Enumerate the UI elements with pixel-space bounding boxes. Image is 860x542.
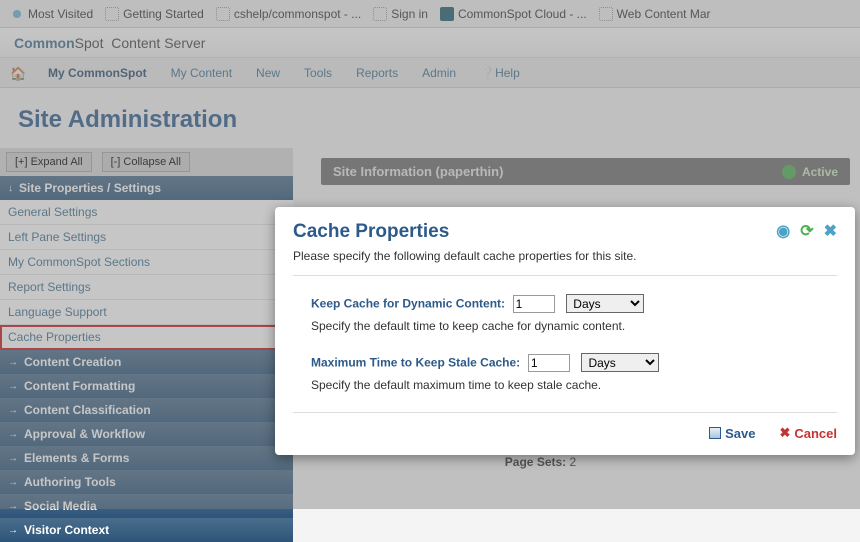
status-dot-icon xyxy=(782,165,796,179)
arrow-right-icon: → xyxy=(8,501,18,512)
nav-header-approval-workflow[interactable]: →Approval & Workflow xyxy=(0,422,293,446)
page-sets-row: Page Sets: 2 xyxy=(321,455,850,469)
arrow-right-icon: → xyxy=(8,405,18,416)
nav-header-site-properties[interactable]: ↓Site Properties / Settings xyxy=(0,176,293,200)
menu-new[interactable]: New xyxy=(256,66,280,80)
divider xyxy=(293,275,837,276)
sidebar-item-report-settings[interactable]: Report Settings xyxy=(0,275,293,300)
nav-header-content-formatting[interactable]: →Content Formatting xyxy=(0,374,293,398)
refresh-icon[interactable]: ⟳ xyxy=(800,221,813,241)
dynamic-cache-label: Keep Cache for Dynamic Content: xyxy=(311,297,505,311)
sidebar-item-general-settings[interactable]: General Settings xyxy=(0,200,293,225)
page-icon xyxy=(599,7,613,21)
app-logo: CommonSpot Content Server xyxy=(14,35,205,51)
sidebar: [+] Expand All [-] Collapse All ↓Site Pr… xyxy=(0,148,293,542)
dynamic-cache-unit-select[interactable]: Days xyxy=(566,294,644,313)
cancel-icon: ✖ xyxy=(779,425,790,441)
stale-cache-unit-select[interactable]: Days xyxy=(581,353,659,372)
arrow-right-icon: → xyxy=(8,381,18,392)
sidebar-item-left-pane-settings[interactable]: Left Pane Settings xyxy=(0,225,293,250)
arrow-right-icon: → xyxy=(8,429,18,440)
arrow-right-icon: → xyxy=(8,477,18,488)
main-menu: 🏠 My CommonSpot My Content New Tools Rep… xyxy=(0,58,860,88)
dynamic-cache-desc: Specify the default time to keep cache f… xyxy=(293,319,837,333)
nav-header-authoring-tools[interactable]: →Authoring Tools xyxy=(0,470,293,494)
app-header: CommonSpot Content Server xyxy=(0,28,860,58)
nav-header-content-classification[interactable]: →Content Classification xyxy=(0,398,293,422)
sidebar-item-mycommonspot-sections[interactable]: My CommonSpot Sections xyxy=(0,250,293,275)
dialog-subtitle: Please specify the following default cac… xyxy=(293,249,837,263)
stale-cache-desc: Specify the default maximum time to keep… xyxy=(293,378,837,392)
dynamic-cache-input[interactable] xyxy=(513,295,555,313)
save-button[interactable]: Save xyxy=(709,425,755,441)
nav-header-content-creation[interactable]: →Content Creation xyxy=(0,350,293,374)
bookmark-getting-started[interactable]: Getting Started xyxy=(101,7,208,21)
close-icon[interactable]: ✖ xyxy=(824,221,837,241)
tree-controls: [+] Expand All [-] Collapse All xyxy=(0,148,293,176)
page-icon xyxy=(216,7,230,21)
app-icon xyxy=(440,7,454,21)
star-icon xyxy=(10,7,24,21)
status-badge: Active xyxy=(782,165,838,179)
menu-mycommonspot[interactable]: My CommonSpot xyxy=(48,66,147,80)
nav-header-visitor-context[interactable]: →Visitor Context xyxy=(0,518,293,542)
cache-properties-dialog: Cache Properties ◉ ⟳ ✖ Please specify th… xyxy=(275,207,855,455)
page-icon xyxy=(105,7,119,21)
help-icon[interactable]: ◉ xyxy=(776,221,790,241)
dialog-title: Cache Properties xyxy=(293,221,449,243)
bookmark-signin[interactable]: Sign in xyxy=(369,7,432,21)
menu-reports[interactable]: Reports xyxy=(356,66,398,80)
menu-mycontent[interactable]: My Content xyxy=(171,66,232,80)
home-icon: 🏠 xyxy=(10,66,24,80)
cancel-button[interactable]: ✖Cancel xyxy=(779,425,837,441)
menu-tools[interactable]: Tools xyxy=(304,66,332,80)
page-title: Site Administration xyxy=(0,88,860,148)
panel-title: Site Information (paperthin) xyxy=(333,164,503,179)
nav-header-social-media[interactable]: →Social Media xyxy=(0,494,293,518)
stale-cache-label: Maximum Time to Keep Stale Cache: xyxy=(311,356,520,370)
sidebar-item-language-support[interactable]: Language Support xyxy=(0,300,293,325)
page-icon xyxy=(373,7,387,21)
bookmark-cloud[interactable]: CommonSpot Cloud - ... xyxy=(436,7,591,21)
bookmark-most-visited[interactable]: Most Visited xyxy=(6,7,97,21)
bookmarks-bar: Most Visited Getting Started cshelp/comm… xyxy=(0,0,860,28)
nav-header-elements-forms[interactable]: →Elements & Forms xyxy=(0,446,293,470)
sidebar-item-cache-properties[interactable]: Cache Properties xyxy=(0,325,293,350)
stale-cache-input[interactable] xyxy=(528,354,570,372)
bookmark-webcontent[interactable]: Web Content Mar xyxy=(595,7,715,21)
panel-header: Site Information (paperthin) Active xyxy=(321,158,850,185)
save-icon xyxy=(709,427,721,439)
menu-help[interactable]: ❔Help xyxy=(480,66,520,80)
arrow-right-icon: → xyxy=(8,357,18,368)
bookmark-cshelp[interactable]: cshelp/commonspot - ... xyxy=(212,7,365,21)
collapse-all-button[interactable]: [-] Collapse All xyxy=(102,152,190,172)
menu-admin[interactable]: Admin xyxy=(422,66,456,80)
arrow-right-icon: → xyxy=(8,525,18,536)
help-icon: ❔ xyxy=(480,66,495,80)
arrow-down-icon: ↓ xyxy=(8,183,13,194)
expand-all-button[interactable]: [+] Expand All xyxy=(6,152,92,172)
arrow-right-icon: → xyxy=(8,453,18,464)
